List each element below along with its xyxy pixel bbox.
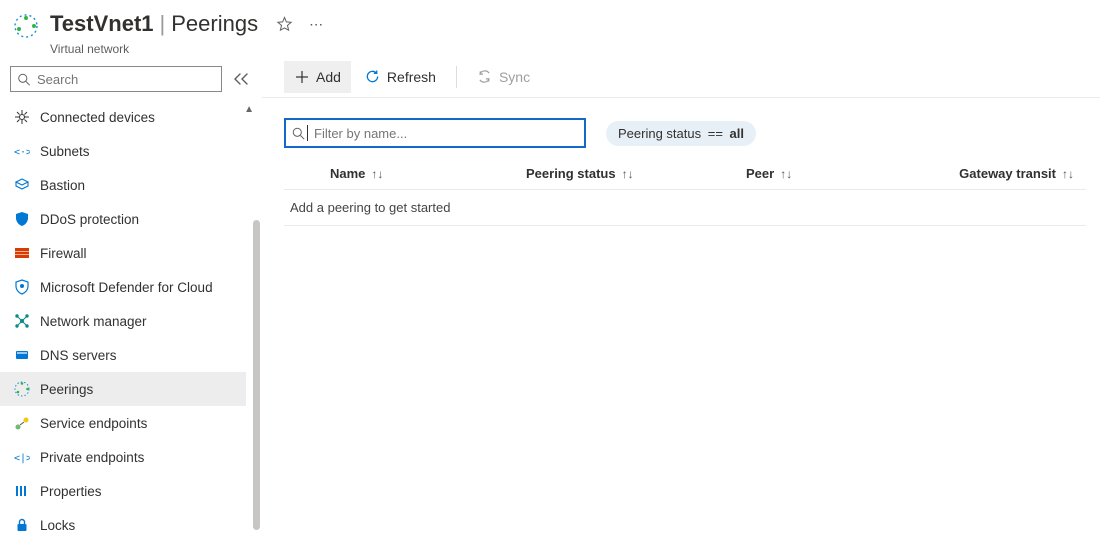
resource-name: TestVnet1 [50,11,154,37]
sidebar-item-service-endpoints[interactable]: Service endpoints [0,406,246,440]
network-manager-icon [14,313,30,329]
sidebar-item-peerings[interactable]: Peerings [0,372,246,406]
sort-icon: ↑↓ [780,167,792,181]
sidebar-item-label: Firewall [40,246,87,261]
peerings-icon [14,381,30,397]
table-header: Name ↑↓ Peering status ↑↓ Peer ↑↓ Gatewa… [284,166,1086,189]
sync-button: Sync [467,61,540,93]
sidebar: ▲ Connected devices <·> Subnets [0,56,262,533]
page-name: Peerings [171,11,258,37]
private-endpoints-icon: <|> [14,449,30,465]
bastion-icon [14,177,30,193]
lock-icon [14,517,30,531]
sidebar-item-label: Service endpoints [40,416,147,431]
sidebar-item-network-manager[interactable]: Network manager [0,304,246,338]
search-icon [292,127,305,140]
column-gateway-transit[interactable]: Gateway transit ↑↓ [946,166,1082,181]
blade-header: TestVnet1 | Peerings ⋯ Virtual network [0,0,1100,56]
title-separator: | [154,11,172,37]
shield-icon [14,211,30,227]
column-label: Gateway transit [959,166,1056,181]
column-peering-status[interactable]: Peering status ↑↓ [526,166,746,181]
more-button[interactable]: ⋯ [300,8,332,40]
firewall-icon [14,245,30,261]
sort-icon: ↑↓ [622,167,634,181]
filter-pill-op: == [705,126,726,141]
sidebar-scrollbar[interactable] [253,220,260,530]
sync-label: Sync [499,69,530,85]
sidebar-search[interactable] [10,66,222,92]
vnet-icon [12,12,40,40]
column-label: Peering status [526,166,616,181]
filter-name-field[interactable] [314,126,578,141]
sidebar-item-label: Peerings [40,382,93,397]
refresh-button[interactable]: Refresh [355,61,446,93]
sidebar-item-dns-servers[interactable]: DNS servers [0,338,246,372]
text-caret [307,125,308,141]
sidebar-item-bastion[interactable]: Bastion [0,168,246,202]
properties-icon [14,483,30,499]
table-body: Add a peering to get started [284,189,1086,226]
filter-pill-field: Peering status [618,126,701,141]
column-peer[interactable]: Peer ↑↓ [746,166,946,181]
filter-pill-value: all [730,126,744,141]
add-label: Add [316,69,341,85]
sidebar-item-subnets[interactable]: <·> Subnets [0,134,246,168]
service-endpoints-icon [14,415,30,431]
table-empty-message: Add a peering to get started [284,190,1086,225]
sidebar-item-label: Private endpoints [40,450,144,465]
sidebar-item-ddos[interactable]: DDoS protection [0,202,246,236]
connected-devices-icon [14,109,30,125]
column-name[interactable]: Name ↑↓ [288,166,526,181]
refresh-icon [365,69,381,85]
refresh-label: Refresh [387,69,436,85]
sidebar-item-defender[interactable]: Microsoft Defender for Cloud [0,270,246,304]
subnets-icon: <·> [14,143,30,159]
sort-icon: ↑↓ [371,167,383,181]
svg-text:<·>: <·> [14,147,30,158]
sidebar-item-properties[interactable]: Properties [0,474,246,508]
column-label: Name [330,166,365,181]
sidebar-item-label: Properties [40,484,102,499]
sort-icon: ↑↓ [1062,167,1074,181]
sidebar-item-label: Connected devices [40,110,155,125]
sidebar-item-label: Locks [40,518,75,532]
sidebar-item-firewall[interactable]: Firewall [0,236,246,270]
sidebar-item-label: Network manager [40,314,147,329]
sidebar-search-input[interactable] [37,72,215,87]
sidebar-item-label: Microsoft Defender for Cloud [40,280,213,295]
dns-icon [14,347,30,363]
command-divider [456,66,457,88]
column-label: Peer [746,166,774,181]
sidebar-item-private-endpoints[interactable]: <|> Private endpoints [0,440,246,474]
svg-text:<|>: <|> [14,453,30,464]
sidebar-item-label: Subnets [40,144,90,159]
main-pane: Add Refresh Sync [262,56,1100,533]
plus-icon [294,69,310,85]
collapse-sidebar-button[interactable] [230,68,252,90]
sidebar-item-label: DNS servers [40,348,117,363]
filter-name-input[interactable] [284,118,586,148]
filter-pill-status[interactable]: Peering status == all [606,121,756,146]
defender-icon [14,279,30,295]
add-button[interactable]: Add [284,61,351,93]
sidebar-item-label: DDoS protection [40,212,139,227]
sync-icon [477,69,493,85]
sidebar-item-label: Bastion [40,178,85,193]
favorite-button[interactable] [268,8,300,40]
command-bar: Add Refresh Sync [262,56,1100,98]
resource-type: Virtual network [50,42,332,56]
scroll-up-indicator[interactable]: ▲ [244,104,254,115]
sidebar-item-connected-devices[interactable]: Connected devices [0,100,246,134]
sidebar-item-locks[interactable]: Locks [0,508,246,531]
